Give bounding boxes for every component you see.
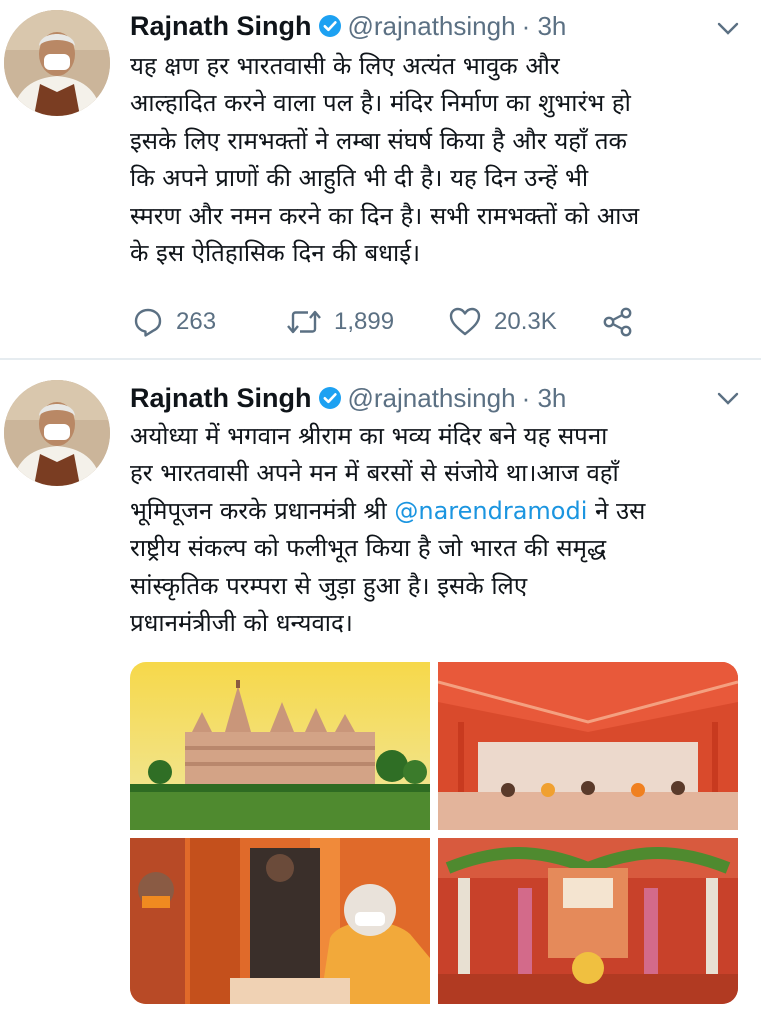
like-button[interactable]: 20.3K: [448, 304, 557, 340]
reply-icon: [134, 308, 162, 337]
media-grid: [130, 662, 738, 1004]
tweet-text-segment: ने उस: [587, 496, 646, 525]
tweet-text-line: इसके लिए रामभक्तों ने लम्बा संघर्ष किया …: [130, 126, 627, 155]
author-name[interactable]: Rajnath Singh: [130, 383, 312, 414]
canopy-hall-image[interactable]: [438, 662, 738, 830]
chevron-down-icon[interactable]: [717, 22, 739, 36]
tweet-text-line: राष्ट्रीय संकल्प को फलीभूत किया है जो भा…: [130, 534, 607, 563]
tweet[interactable]: Rajnath Singh @rajnathsingh · 3h यह क्षण…: [0, 0, 761, 358]
tweet-text-line: यह क्षण हर भारतवासी के लिए अत्यंत भावुक …: [130, 52, 560, 80]
author-name[interactable]: Rajnath Singh: [130, 11, 312, 42]
author-handle[interactable]: @rajnathsingh: [348, 11, 516, 42]
tweet-text-line: अयोध्या में भगवान श्रीराम का भव्य मंदिर …: [130, 422, 608, 450]
retweet-button[interactable]: 1,899: [286, 304, 394, 340]
chevron-down-icon[interactable]: [717, 392, 739, 406]
author-handle[interactable]: @rajnathsingh: [348, 383, 516, 414]
tweet-actions: 263 1,899 20.3K: [130, 304, 650, 340]
tweet-time[interactable]: · 3h: [522, 383, 567, 414]
tweet-text: अयोध्या में भगवान श्रीराम का भव्य मंदिर …: [130, 418, 750, 642]
retweet-icon: [287, 310, 321, 334]
avatar[interactable]: [4, 10, 110, 116]
decorated-shrine-image[interactable]: [438, 838, 738, 1004]
share-button[interactable]: [602, 304, 646, 340]
reply-count: 263: [176, 308, 217, 335]
tweet-time[interactable]: · 3h: [522, 11, 567, 42]
tweet-text-line: कि अपने प्राणों की आहुति भी दी है। यह दि…: [130, 164, 589, 193]
heart-icon: [449, 307, 481, 336]
tweet-text-line: आल्हादित करने वाला पल है। मंदिर निर्माण …: [130, 89, 631, 118]
tweet[interactable]: Rajnath Singh @rajnathsingh · 3h अयोध्या…: [0, 360, 761, 1024]
tweet-text-line: हर भारतवासी अपने मन में बरसों से संजोये …: [130, 459, 619, 488]
tweet-text: यह क्षण हर भारतवासी के लिए अत्यंत भावुक …: [130, 48, 750, 272]
tweet-text-line: के इस ऐतिहासिक दिन की बधाई।: [130, 239, 421, 268]
tweet-text-line: प्रधानमंत्रीजी को धन्यवाद।: [130, 609, 353, 638]
reply-button[interactable]: 263: [132, 304, 216, 340]
leaders-image[interactable]: [130, 838, 430, 1004]
tweet-text-line: स्मरण और नमन करने का दिन है। सभी रामभक्त…: [130, 201, 640, 230]
share-icon: [603, 307, 632, 337]
verified-badge-icon: [318, 15, 341, 37]
mention-link[interactable]: @narendramodi: [394, 497, 587, 525]
avatar[interactable]: [4, 380, 110, 486]
tweet-text-line: सांस्कृतिक परम्परा से जुड़ा हुआ है। इसके…: [130, 571, 528, 600]
verified-badge-icon: [318, 387, 341, 409]
tweet-text-line: भूमिपूजन करके प्रधानमंत्री श्री @narendr…: [130, 493, 750, 530]
retweet-count: 1,899: [334, 308, 395, 335]
temple-model-image[interactable]: [130, 662, 430, 830]
tweet-text-segment: भूमिपूजन करके प्रधानमंत्री श्री: [130, 496, 395, 525]
like-count: 20.3K: [494, 308, 557, 335]
